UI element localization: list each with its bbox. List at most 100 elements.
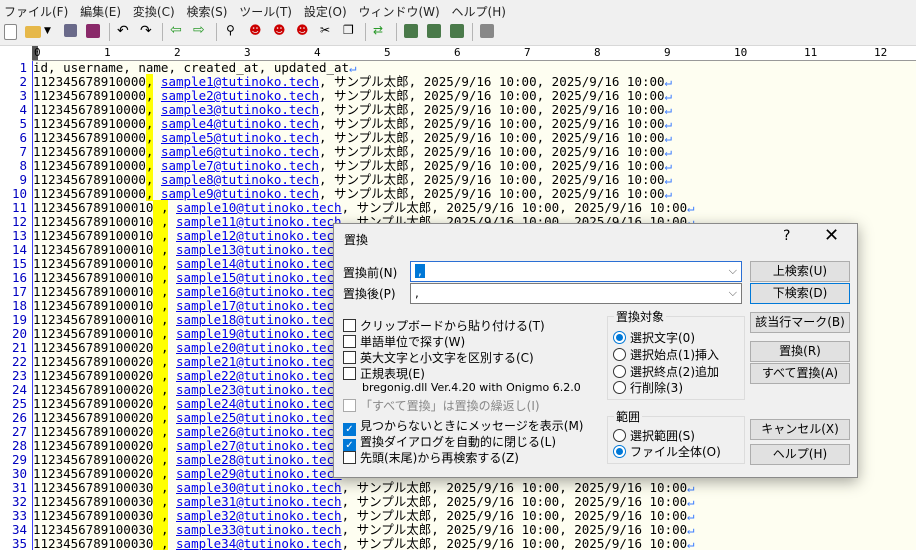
- undo-icon[interactable]: ↶: [117, 23, 133, 39]
- email-link[interactable]: sample5@tutinoko.tech: [161, 130, 319, 145]
- redo-icon[interactable]: ↷: [140, 23, 156, 39]
- replace-combo[interactable]: , ⌵: [410, 283, 742, 304]
- match-highlight: ,: [153, 368, 169, 383]
- replace-button[interactable]: 置換(R): [750, 341, 850, 362]
- help-button[interactable]: ヘルプ(H): [750, 444, 850, 465]
- target-delete-line-radio[interactable]: 行削除(3): [613, 379, 683, 396]
- search-down-button[interactable]: 下検索(D): [750, 283, 850, 304]
- email-link[interactable]: sample22@tutinoko.tech: [176, 368, 342, 383]
- checkbox-box[interactable]: [343, 351, 356, 364]
- email-link[interactable]: sample24@tutinoko.tech: [176, 396, 342, 411]
- email-link[interactable]: sample6@tutinoko.tech: [161, 144, 319, 159]
- search-icon[interactable]: ⚲: [226, 23, 242, 39]
- email-link[interactable]: sample12@tutinoko.tech: [176, 228, 342, 243]
- radio-button[interactable]: [613, 331, 626, 344]
- email-link[interactable]: sample32@tutinoko.tech: [176, 508, 342, 523]
- email-link[interactable]: sample14@tutinoko.tech: [176, 256, 342, 271]
- menu-convert[interactable]: 変換(C): [129, 0, 179, 20]
- email-link[interactable]: sample19@tutinoko.tech: [176, 326, 342, 341]
- mark-lines-button[interactable]: 該当行マーク(B): [750, 312, 850, 333]
- word-unit-checkbox[interactable]: 単語単位で探す(W): [343, 333, 465, 350]
- search-up-button[interactable]: 上検索(U): [750, 261, 850, 282]
- email-link[interactable]: sample4@tutinoko.tech: [161, 116, 319, 131]
- open-dropdown-icon[interactable]: ▼: [44, 26, 52, 42]
- radio-button[interactable]: [613, 429, 626, 442]
- email-link[interactable]: sample10@tutinoko.tech: [176, 200, 342, 215]
- email-link[interactable]: sample25@tutinoko.tech: [176, 410, 342, 425]
- replace-all-button[interactable]: すべて置換(A): [750, 363, 850, 384]
- regex-checkbox[interactable]: 正規表現(E): [343, 365, 425, 382]
- email-link[interactable]: sample33@tutinoko.tech: [176, 522, 342, 537]
- email-link[interactable]: sample1@tutinoko.tech: [161, 74, 319, 89]
- email-link[interactable]: sample9@tutinoko.tech: [161, 186, 319, 201]
- email-link[interactable]: sample3@tutinoko.tech: [161, 102, 319, 117]
- open-folder-icon[interactable]: [25, 26, 41, 38]
- wrap-search-checkbox[interactable]: 先頭(末尾)から再検索する(Z): [343, 449, 519, 466]
- search-up-icon[interactable]: ☻: [249, 23, 265, 39]
- email-link[interactable]: sample15@tutinoko.tech: [176, 270, 342, 285]
- target-insert-start-radio[interactable]: 選択始点(1)挿入: [613, 346, 719, 363]
- compare-icon[interactable]: [404, 24, 418, 38]
- menu-edit[interactable]: 編集(E): [76, 0, 125, 20]
- jump-forward-icon[interactable]: ⇨: [193, 22, 209, 38]
- checkbox-box[interactable]: [343, 319, 356, 332]
- email-link[interactable]: sample30@tutinoko.tech: [176, 480, 342, 495]
- radio-label: 選択始点(1)挿入: [630, 348, 719, 362]
- menu-window[interactable]: ウィンドウ(W): [354, 0, 443, 20]
- menu-settings[interactable]: 設定(O): [300, 0, 351, 20]
- checkbox-box[interactable]: [343, 451, 356, 464]
- email-link[interactable]: sample11@tutinoko.tech: [176, 214, 342, 229]
- email-link[interactable]: sample29@tutinoko.tech: [176, 466, 342, 481]
- email-link[interactable]: sample21@tutinoko.tech: [176, 354, 342, 369]
- email-link[interactable]: sample8@tutinoko.tech: [161, 172, 319, 187]
- menu-search[interactable]: 検索(S): [182, 0, 231, 20]
- save-all-icon[interactable]: [86, 24, 100, 38]
- jump-back-icon[interactable]: ⇦: [170, 22, 186, 38]
- replace-icon[interactable]: ☻: [296, 23, 312, 39]
- radio-button[interactable]: [613, 348, 626, 361]
- copy-icon[interactable]: ❐: [343, 23, 359, 39]
- email-link[interactable]: sample27@tutinoko.tech: [176, 438, 342, 453]
- email-link[interactable]: sample18@tutinoko.tech: [176, 312, 342, 327]
- email-link[interactable]: sample31@tutinoko.tech: [176, 494, 342, 509]
- new-file-icon[interactable]: [4, 24, 17, 40]
- target-append-end-radio[interactable]: 選択終点(2)追加: [613, 363, 719, 380]
- email-link[interactable]: sample23@tutinoko.tech: [176, 382, 342, 397]
- search-down-icon[interactable]: ☻: [273, 23, 289, 39]
- cut-icon[interactable]: ✂: [320, 23, 336, 39]
- settings-icon[interactable]: [480, 24, 494, 38]
- email-link[interactable]: sample20@tutinoko.tech: [176, 340, 342, 355]
- close-icon[interactable]: ✕: [824, 225, 839, 246]
- menu-tools[interactable]: ツール(T): [235, 0, 296, 20]
- email-link[interactable]: sample28@tutinoko.tech: [176, 452, 342, 467]
- email-link[interactable]: sample26@tutinoko.tech: [176, 424, 342, 439]
- target-selected-text-radio[interactable]: 選択文字(0): [613, 329, 695, 346]
- save-icon[interactable]: [64, 24, 77, 37]
- radio-button[interactable]: [613, 365, 626, 378]
- email-link[interactable]: sample2@tutinoko.tech: [161, 88, 319, 103]
- range-selection-radio[interactable]: 選択範囲(S): [613, 427, 695, 444]
- radio-button[interactable]: [613, 381, 626, 394]
- menu-help[interactable]: ヘルプ(H): [448, 0, 510, 20]
- tag-jump-icon[interactable]: [427, 24, 441, 38]
- range-whole-file-radio[interactable]: ファイル全体(O): [613, 443, 721, 460]
- grep-icon[interactable]: ⇄: [373, 23, 389, 39]
- email-link[interactable]: sample34@tutinoko.tech: [176, 536, 342, 550]
- radio-button[interactable]: [613, 445, 626, 458]
- chevron-down-icon[interactable]: ⌵: [729, 264, 737, 278]
- email-link[interactable]: sample7@tutinoko.tech: [161, 158, 319, 173]
- paste-clipboard-checkbox[interactable]: クリップボードから貼り付ける(T): [343, 317, 545, 334]
- case-sensitive-checkbox[interactable]: 英大文字と小文字を区別する(C): [343, 349, 534, 366]
- menu-file[interactable]: ファイル(F): [0, 0, 72, 20]
- find-combo[interactable]: , ⌵: [410, 261, 742, 282]
- email-link[interactable]: sample13@tutinoko.tech: [176, 242, 342, 257]
- checkbox-box[interactable]: [343, 367, 356, 380]
- help-question-icon[interactable]: ?: [783, 228, 790, 244]
- outline-icon[interactable]: [450, 24, 464, 38]
- email-link[interactable]: sample16@tutinoko.tech: [176, 284, 342, 299]
- cancel-button[interactable]: キャンセル(X): [750, 419, 850, 440]
- checkbox-box[interactable]: [343, 335, 356, 348]
- chevron-down-icon[interactable]: ⌵: [729, 286, 737, 300]
- email-link[interactable]: sample17@tutinoko.tech: [176, 298, 342, 313]
